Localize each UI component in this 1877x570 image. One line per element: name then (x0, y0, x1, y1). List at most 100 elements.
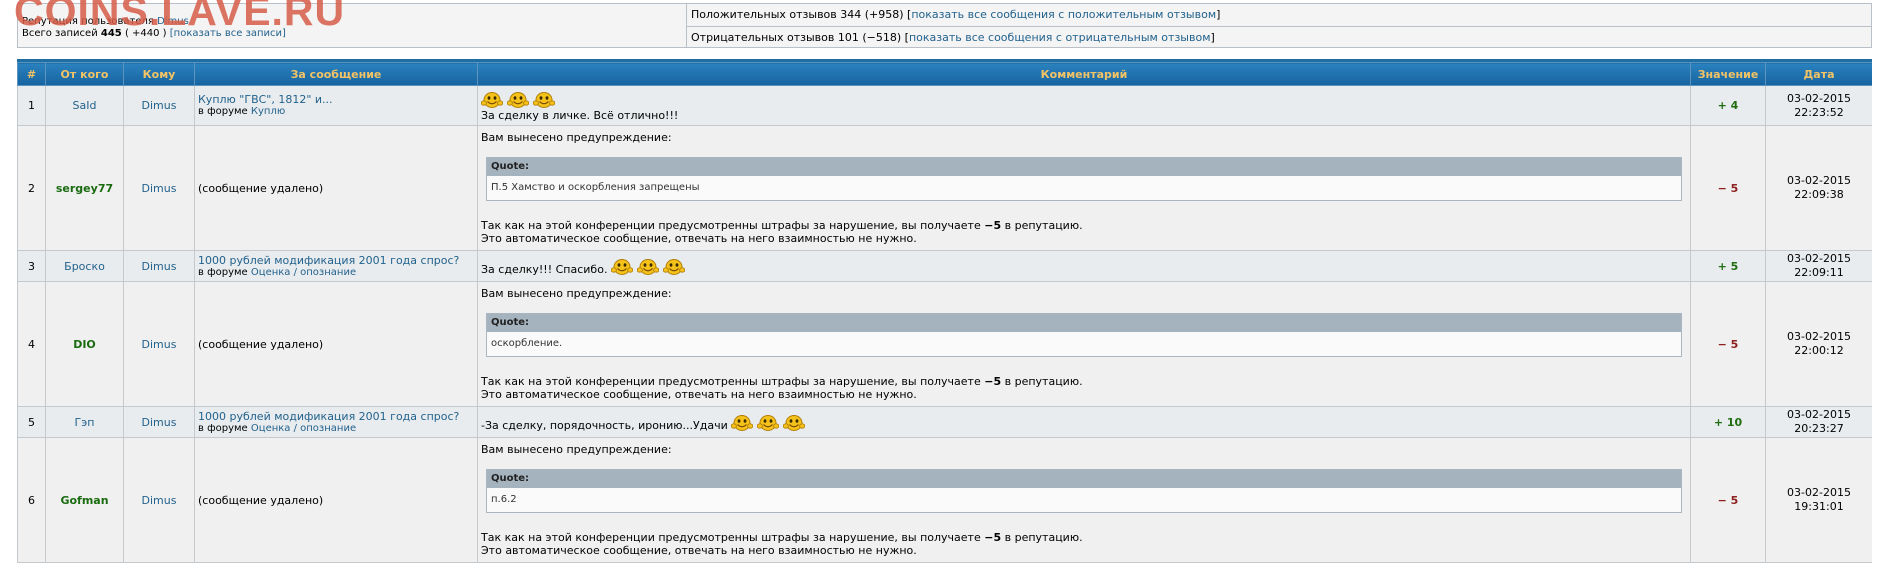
clapping-smiley-icon (636, 257, 660, 276)
table-row: 4 DIO Dimus (сообщение удалено) Вам выне… (17, 281, 1872, 407)
message-cell: (сообщение удалено) (194, 125, 478, 251)
penalty-suffix: в репутацию. (1004, 531, 1083, 544)
auto-message-text: Это автоматическое сообщение, отвечать н… (481, 388, 917, 401)
from-cell: SaId (45, 85, 124, 126)
col-header-message[interactable]: За сообщение (194, 62, 478, 86)
comment-cell: -За сделку, порядочность, иронию...Удачи (477, 406, 1691, 438)
to-user-link[interactable]: Dimus (142, 182, 177, 195)
row-number: 1 (17, 85, 46, 126)
comment-text: За сделку!!! Спасибо. (481, 262, 608, 276)
quote-label: Quote: (487, 470, 1681, 488)
auto-message-text: Это автоматическое сообщение, отвечать н… (481, 544, 917, 557)
penalty-value: −5 (984, 531, 1002, 544)
to-user-link[interactable]: Dimus (142, 99, 177, 112)
total-delta: ( +440 ) (124, 28, 167, 39)
from-cell: sergey77 (45, 125, 124, 251)
quote-box: Quote: п.6.2 (486, 469, 1682, 513)
quote-label: Quote: (487, 314, 1681, 332)
table-row: 6 Gofman Dimus (сообщение удалено) Вам в… (17, 437, 1872, 563)
quote-text: п.6.2 (487, 488, 1681, 512)
reputation-table-wrap: # От кого Кому За сообщение Комментарий … (17, 59, 1872, 570)
col-header-value[interactable]: Значение (1690, 62, 1766, 86)
clapping-smiley-icon (480, 90, 504, 109)
date-cell: 03-02-2015 19:31:01 (1765, 437, 1872, 563)
from-cell: Броско (45, 250, 124, 282)
summary-left: Репутация пользователя Dimus Всего запис… (22, 16, 286, 40)
time-text: 20:23:27 (1794, 422, 1844, 435)
forum-prefix: в форуме (198, 266, 248, 278)
date-text: 03-02-2015 (1787, 330, 1851, 343)
quote-box: Quote: оскорбление. (486, 313, 1682, 357)
to-user-link[interactable]: Dimus (142, 494, 177, 507)
message-link[interactable]: 1000 рублей модификация 2001 года спрос? (198, 410, 474, 423)
message-link[interactable]: 1000 рублей модификация 2001 года спрос? (198, 254, 474, 267)
warning-text: Вам вынесено предупреждение: (481, 131, 672, 144)
to-cell: Dimus (123, 125, 195, 251)
comment-cell: Вам вынесено предупреждение: Quote: оско… (477, 281, 1691, 407)
auto-message-text: Это автоматическое сообщение, отвечать н… (481, 232, 917, 245)
col-header-comment[interactable]: Комментарий (477, 62, 1691, 86)
forum-link[interactable]: Оценка / опознание (251, 423, 356, 434)
col-header-date[interactable]: Дата (1765, 62, 1872, 86)
message-cell: (сообщение удалено) (194, 281, 478, 407)
clapping-smiley-icon (782, 413, 806, 432)
from-user-link[interactable]: Gofman (60, 494, 108, 507)
penalty-text: Так как на этой конференции предусмотрен… (481, 375, 1687, 388)
smiley-group (610, 257, 689, 276)
penalty-prefix: Так как на этой конференции предусмотрен… (481, 531, 981, 544)
table-row: 3 Броско Dimus 1000 рублей модификация 2… (17, 250, 1872, 282)
message-cell: (сообщение удалено) (194, 437, 478, 563)
table-row: 5 Гэп Dimus 1000 рублей модификация 2001… (17, 406, 1872, 438)
penalty-prefix: Так как на этой конференции предусмотрен… (481, 219, 981, 232)
forum-link[interactable]: Куплю (251, 106, 285, 117)
row-number: 6 (17, 437, 46, 563)
show-all-records-link[interactable]: [показать все записи] (170, 28, 286, 39)
value-cell: + 5 (1690, 250, 1766, 282)
forum-line: в форуме Куплю (198, 106, 474, 118)
to-cell: Dimus (123, 85, 195, 126)
penalty-value: −5 (984, 219, 1002, 232)
from-user-link[interactable]: Гэп (75, 416, 95, 429)
clapping-smiley-icon (610, 257, 634, 276)
col-header-to[interactable]: Кому (123, 62, 195, 86)
from-user-link[interactable]: DIO (73, 338, 96, 351)
date-cell: 03-02-2015 22:23:52 (1765, 85, 1872, 126)
date-text: 03-02-2015 (1787, 174, 1851, 187)
smiley-group (730, 413, 809, 432)
value-cell: − 5 (1690, 281, 1766, 407)
from-user-link[interactable]: sergey77 (56, 182, 113, 195)
positive-count-text: Положительных отзывов 344 (+958) (691, 8, 904, 21)
warning-text: Вам вынесено предупреждение: (481, 443, 672, 456)
show-negative-link[interactable]: показать все сообщения с отрицательным о… (909, 31, 1211, 44)
forum-line: в форуме Оценка / опознание (198, 423, 474, 435)
date-cell: 03-02-2015 22:09:38 (1765, 125, 1872, 251)
row-number: 3 (17, 250, 46, 282)
summary-right: Положительных отзывов 344 (+958) [показа… (686, 4, 1871, 47)
col-header-num[interactable]: # (17, 62, 46, 86)
to-user-link[interactable]: Dimus (142, 338, 177, 351)
date-cell: 03-02-2015 20:23:27 (1765, 406, 1872, 438)
date-text: 03-02-2015 (1787, 252, 1851, 265)
date-text: 03-02-2015 (1787, 486, 1851, 499)
to-cell: Dimus (123, 406, 195, 438)
table-header-row: # От кого Кому За сообщение Комментарий … (17, 62, 1872, 86)
table-row: 1 SaId Dimus Куплю "ГВС", 1812" и... в ф… (17, 85, 1872, 126)
forum-link[interactable]: Оценка / опознание (251, 267, 356, 278)
to-cell: Dimus (123, 437, 195, 563)
message-cell: 1000 рублей модификация 2001 года спрос?… (194, 406, 478, 438)
from-user-link[interactable]: Броско (64, 260, 105, 273)
show-positive-link[interactable]: показать все сообщения с положительным о… (911, 8, 1216, 21)
positive-summary-row: Положительных отзывов 344 (+958) [показа… (691, 8, 1221, 21)
from-cell: Гэп (45, 406, 124, 438)
warning-text: Вам вынесено предупреждение: (481, 287, 672, 300)
forum-prefix: в форуме (198, 422, 248, 434)
reputation-user-link[interactable]: Dimus (157, 16, 189, 27)
value-cell: − 5 (1690, 437, 1766, 563)
quote-label: Quote: (487, 158, 1681, 176)
col-header-from[interactable]: От кого (45, 62, 124, 86)
to-user-link[interactable]: Dimus (142, 260, 177, 273)
from-user-link[interactable]: SaId (73, 99, 97, 112)
message-link[interactable]: Куплю "ГВС", 1812" и... (198, 93, 474, 106)
table-row: 2 sergey77 Dimus (сообщение удалено) Вам… (17, 125, 1872, 251)
to-user-link[interactable]: Dimus (142, 416, 177, 429)
